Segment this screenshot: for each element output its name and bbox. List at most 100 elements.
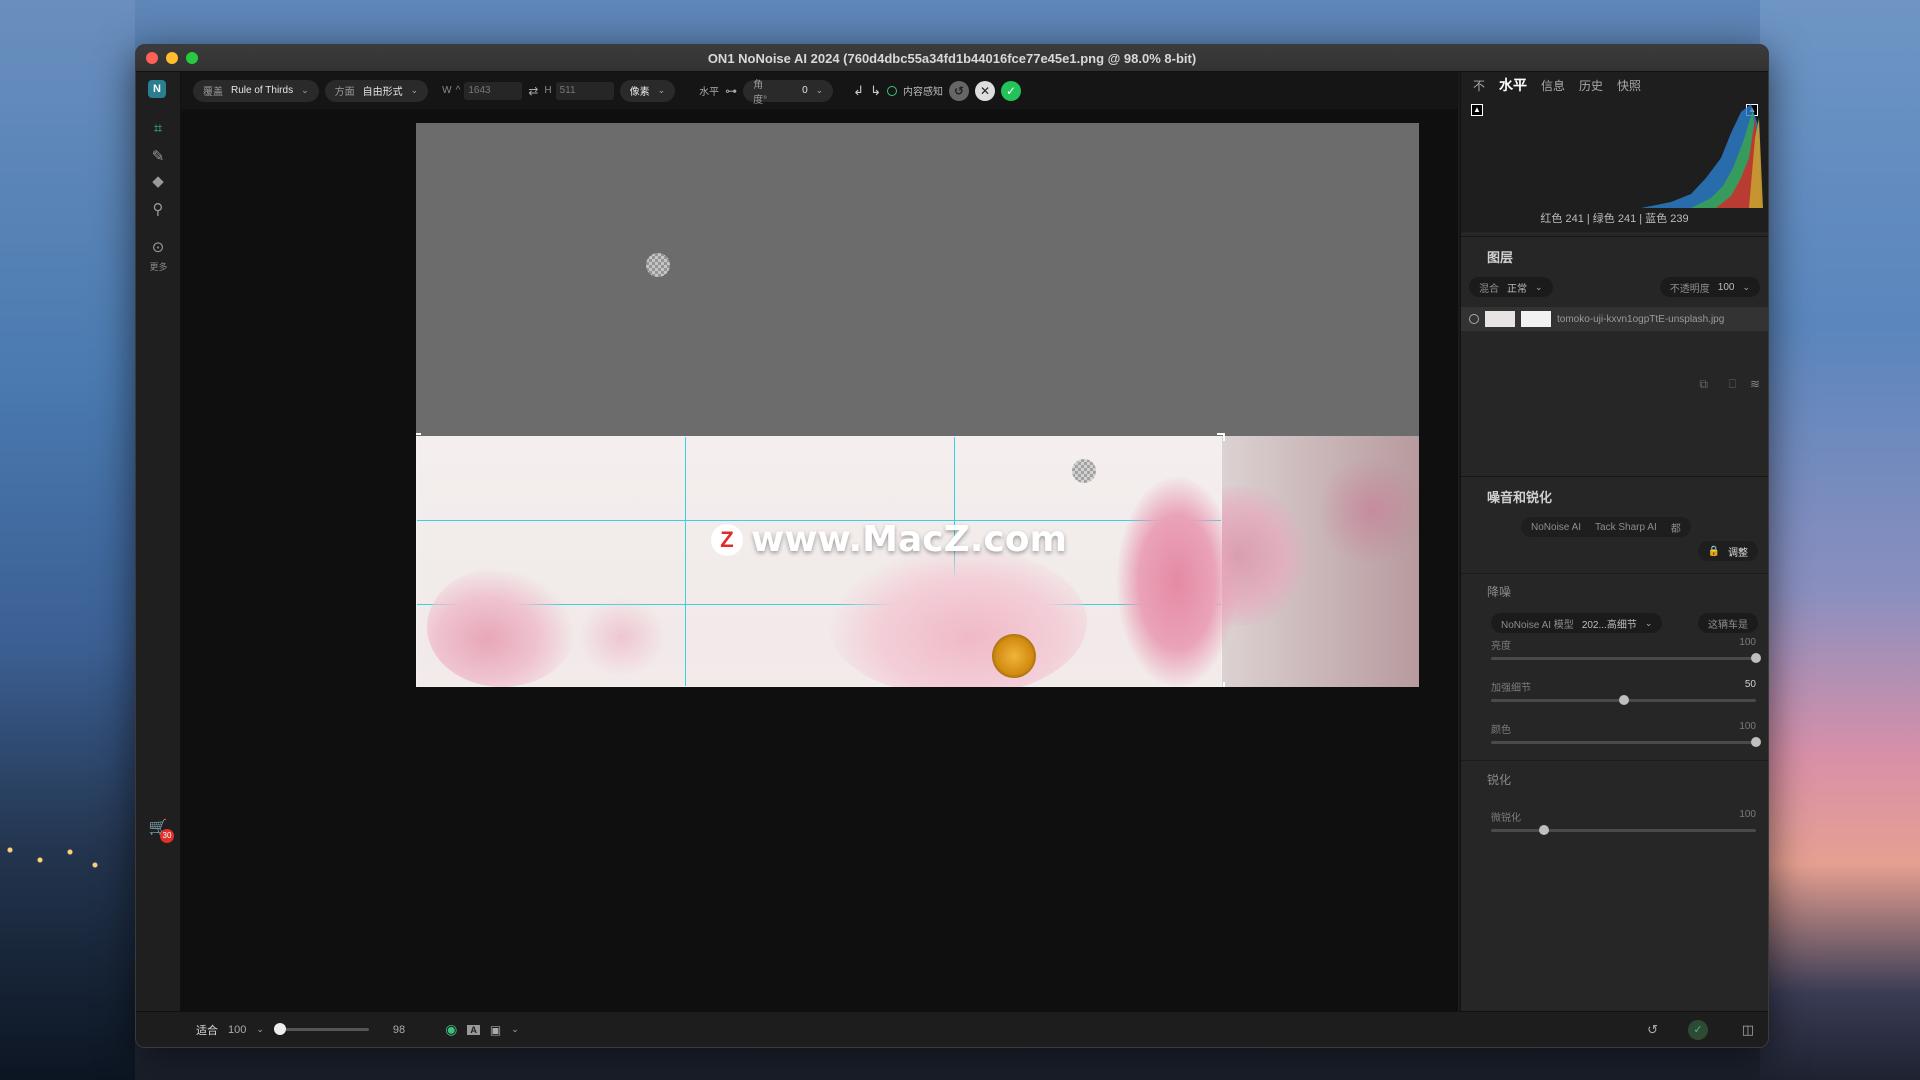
flower-left-petal — [577, 597, 667, 677]
height-input[interactable]: 511 — [555, 81, 614, 100]
reset-icon[interactable]: ↺ — [1647, 1022, 1658, 1038]
cart-badge: 30 — [160, 829, 174, 843]
opacity-dropdown[interactable]: 不透明度 100 ⌄ — [1659, 277, 1760, 297]
param-slider[interactable] — [1491, 825, 1756, 835]
param-label: 颜色 — [1491, 725, 1511, 736]
aspect-label: 方面 — [334, 87, 355, 98]
param-label: 微锐化 — [1491, 813, 1521, 824]
zoom-slider-value: 98 — [392, 1023, 406, 1036]
unit-dropdown[interactable]: 像素 ⌄ — [619, 79, 676, 102]
slider-knob[interactable] — [1618, 695, 1629, 705]
histogram-readout: 红色 241 | 绿色 241 | 蓝色 239 — [1540, 213, 1689, 225]
crop-handle-bottom-right[interactable] — [1217, 682, 1225, 687]
right-panel: 不 水平 信息 历史 快照 ▲ ▲ 红色 241 | 绿色 241 | 蓝色 2… — [1460, 72, 1768, 1011]
overlay-dropdown[interactable]: 覆盖 Rule of Thirds ⌄ — [193, 79, 319, 102]
toggle-panel-icon[interactable]: ◫ — [1742, 1022, 1754, 1038]
more-tools-label: 更多 — [149, 262, 168, 272]
desktop-wallpaper-right — [1760, 0, 1920, 1080]
flower-left — [427, 567, 577, 687]
adjust-button[interactable]: 🔒 调整 — [1697, 541, 1758, 561]
slider-knob[interactable] — [1751, 653, 1761, 663]
param-slider[interactable] — [1491, 695, 1756, 705]
preview-eye-icon[interactable]: ◉ — [445, 1021, 457, 1038]
app-logo-icon: N — [148, 80, 166, 98]
noise-sharpen-section: 噪音和锐化 NoNoise AI Tack Sharp AI 都 🔒 调整 降噪… — [1461, 476, 1768, 886]
done-button[interactable]: ✓ — [1688, 1019, 1708, 1040]
more-tools-icon[interactable]: ⊙ — [148, 238, 168, 258]
aspect-dropdown[interactable]: 方面 自由形式 ⌄ — [324, 79, 429, 102]
preset-button[interactable]: 这辆车是 — [1698, 613, 1758, 633]
brush-tool-icon[interactable]: ✎ — [148, 147, 168, 167]
bottom-bar: 适合 100 ⌄ 98 ◉ A ▣ ⌄ ↺ ✓ ◫ — [136, 1011, 1768, 1047]
crop-tool-icon[interactable]: ⌗ — [148, 120, 168, 140]
chevron-down-icon[interactable]: ⌄ — [256, 1024, 264, 1035]
rotate-left-icon[interactable]: ↲ — [853, 83, 864, 99]
cancel-crop-button[interactable]: ✕ — [974, 80, 995, 101]
engine-both[interactable]: 都 — [1671, 520, 1681, 535]
engine-tacksharp[interactable]: Tack Sharp AI — [1595, 522, 1657, 533]
watermark: Z www.MacZ.com — [711, 519, 1067, 560]
param-detail: 加强细节 50 — [1491, 679, 1756, 705]
flower-center-pistil — [992, 634, 1036, 678]
chevron-down-icon: ⌄ — [1742, 281, 1750, 292]
param-label: 亮度 — [1491, 641, 1511, 652]
crop-handle-top-left[interactable] — [416, 433, 421, 441]
tab-level[interactable]: 水平 — [1499, 75, 1527, 95]
crop-handle-bottom-left[interactable] — [416, 682, 421, 687]
flower-center — [827, 547, 1087, 687]
crop-handle-top-right[interactable] — [1217, 433, 1225, 441]
chevron-down-icon: ⌄ — [410, 85, 419, 95]
reset-crop-button[interactable]: ↺ — [948, 80, 969, 101]
blend-label: 混合 — [1479, 283, 1499, 295]
width-field-group: W ^ 1643 — [442, 81, 523, 100]
apply-crop-button[interactable]: ✓ — [1000, 80, 1021, 101]
param-slider[interactable] — [1491, 653, 1761, 663]
tab-0[interactable]: 不 — [1473, 77, 1485, 94]
crop-options-toolbar: 覆盖 Rule of Thirds ⌄ 方面 自由形式 ⌄ W ^ 1643 ⇄… — [181, 72, 1458, 109]
left-toolbar: N ⌗ ✎ ◆ ⚲ ⊙ 更多 🛒 30 — [136, 72, 181, 1011]
param-slider[interactable] — [1491, 737, 1761, 747]
window-title: ON1 NoNoise AI 2024 (760d4dbc55a34fd1b44… — [707, 50, 1197, 66]
crop-box[interactable] — [416, 433, 1237, 687]
duplicate-layer-icon[interactable]: ⧉ — [1699, 377, 1708, 392]
chevron-down-icon[interactable]: ⌄ — [511, 1024, 519, 1035]
engine-nonoise[interactable]: NoNoise AI — [1531, 522, 1581, 533]
zoom-slider[interactable] — [273, 1023, 369, 1035]
fit-button[interactable]: 适合 — [196, 1022, 218, 1038]
eraser-tool-icon[interactable]: ◆ — [148, 172, 168, 192]
slider-knob[interactable] — [1751, 737, 1761, 747]
width-input[interactable]: 1643 — [464, 81, 523, 100]
compare-icon[interactable]: ▣ — [490, 1023, 501, 1037]
layers-stack-icon[interactable]: ≋ — [1750, 377, 1760, 391]
param-value: 50 — [1744, 679, 1756, 690]
layer-row[interactable]: tomoko-uji-kxvn1ogpTtE-unsplash.jpg — [1461, 307, 1768, 331]
flower-blur-far — [1316, 456, 1419, 566]
tab-snapshot[interactable]: 快照 — [1617, 77, 1641, 94]
overlay-a-icon[interactable]: A — [467, 1024, 480, 1035]
layer-visibility-icon[interactable] — [1469, 314, 1479, 324]
zoom-value[interactable]: 100 — [228, 1024, 246, 1036]
blend-mode-dropdown[interactable]: 混合 正常 ⌄ — [1469, 277, 1553, 297]
sharpen-title: 锐化 — [1487, 773, 1512, 787]
angle-dropdown[interactable]: 角度° 0 ⌄ — [743, 79, 834, 106]
height-field-group: H 511 — [544, 81, 614, 100]
level-tool-icon[interactable]: ⊶ — [725, 84, 737, 98]
desktop-wallpaper-left — [0, 0, 135, 1080]
tab-history[interactable]: 历史 — [1579, 77, 1603, 94]
slider-knob[interactable] — [1539, 825, 1549, 835]
tab-info[interactable]: 信息 — [1541, 77, 1565, 94]
delete-layer-icon[interactable]: ⎕ — [1729, 377, 1736, 392]
lock-ratio-icon[interactable]: ^ — [456, 85, 461, 96]
param-brightness: 亮度 100 — [1491, 637, 1761, 663]
zoom-tool-icon[interactable]: ⚲ — [148, 200, 168, 220]
app-window: ON1 NoNoise AI 2024 (760d4dbc55a34fd1b44… — [135, 44, 1769, 1048]
blend-value: 正常 — [1507, 283, 1527, 295]
layers-title: 图层 — [1487, 250, 1514, 265]
content-aware-toggle[interactable] — [886, 85, 897, 96]
image-canvas[interactable]: Z www.MacZ.com — [181, 109, 1458, 1011]
swap-dimensions-icon[interactable]: ⇄ — [528, 84, 538, 98]
model-dropdown[interactable]: NoNoise AI 模型 202...高细节 ⌄ — [1491, 613, 1663, 633]
rotate-right-icon[interactable]: ↳ — [870, 83, 881, 99]
param-value: 100 — [1739, 721, 1756, 732]
zoom-slider-knob[interactable] — [273, 1023, 286, 1035]
